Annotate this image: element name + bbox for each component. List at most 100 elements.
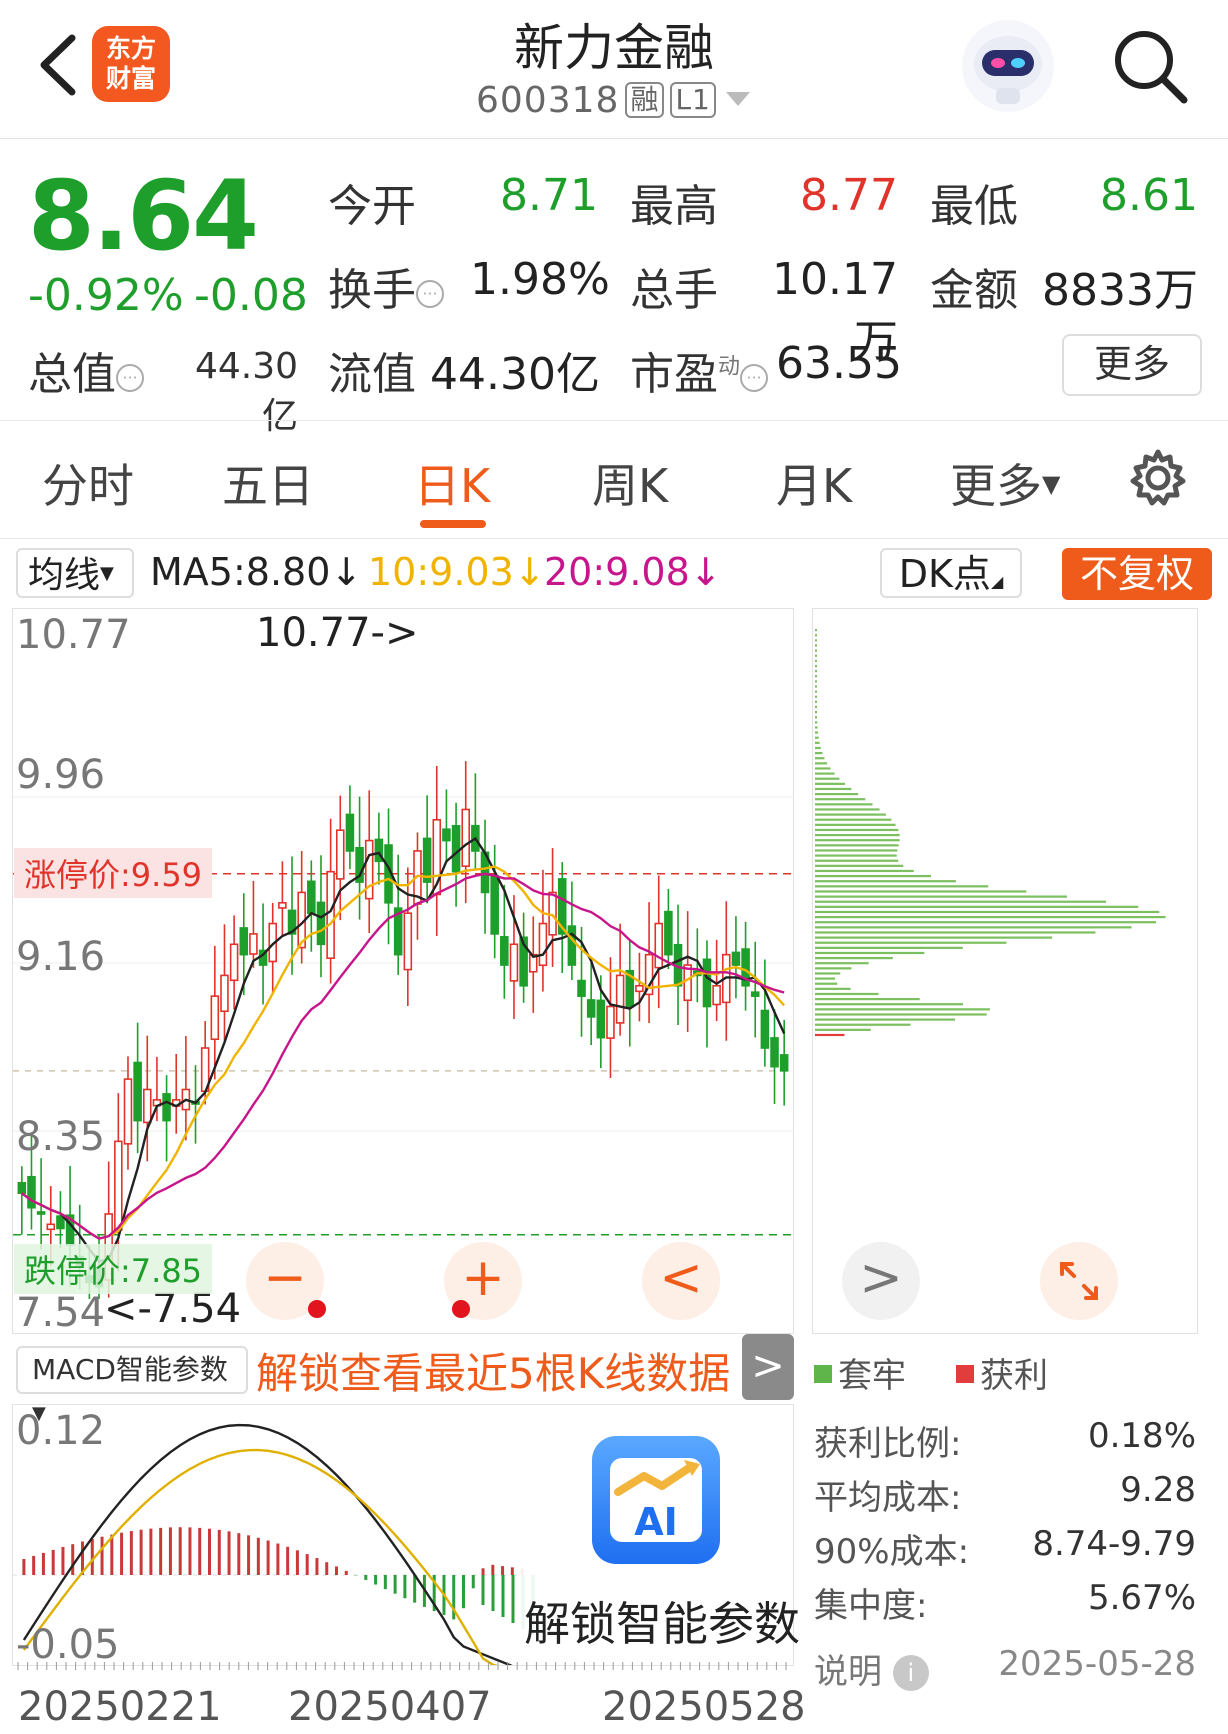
chip-bar (815, 962, 869, 965)
tab-daily-k[interactable]: 日K (414, 450, 490, 516)
y-tick: 8.35 (16, 1114, 106, 1160)
candle-body (133, 1061, 142, 1122)
candle-body (316, 901, 326, 946)
tab-five-day[interactable]: 五日 (222, 450, 314, 516)
macd-select[interactable]: MACD智能参数 ▼ (16, 1346, 248, 1424)
mcap-label-text: 总值 (28, 349, 116, 400)
chip-bar (815, 654, 817, 657)
caret-down-icon: ▼ (1042, 470, 1061, 498)
unlock-smart-params[interactable]: 解锁智能参数 (524, 1588, 800, 1654)
info-icon: ··· (116, 364, 144, 392)
cost90-value: 8.74-9.79 (1032, 1524, 1196, 1564)
y-tick-min: 7.54 (16, 1290, 106, 1336)
chip-bar (815, 705, 817, 709)
tab-timeshare[interactable]: 分时 (42, 450, 134, 516)
info-icon: i (892, 1655, 929, 1691)
change-percent: -0.92% (28, 270, 184, 321)
chip-bar (815, 998, 920, 1001)
chip-bar (815, 757, 825, 760)
ai-badge-text: AI (634, 1500, 678, 1544)
last-price: 8.64 (28, 160, 259, 272)
chip-bar (815, 808, 880, 811)
active-tab-indicator (420, 520, 486, 528)
candle-body (442, 828, 451, 842)
concentration-value: 5.67% (1087, 1578, 1196, 1618)
candle-body (229, 943, 239, 982)
chip-bar (815, 921, 1156, 924)
robot-avatar-icon[interactable] (960, 18, 1056, 114)
open-value: 8.71 (500, 170, 598, 221)
chip-bar (815, 752, 823, 755)
chip-bar (815, 629, 817, 632)
chip-bar (815, 813, 886, 816)
unlock-kline-link[interactable]: 解锁查看最近5根K线数据 (256, 1340, 730, 1401)
kline-panel[interactable] (12, 608, 794, 1334)
legend-trapped-label: 套牢 (838, 1356, 906, 1396)
candle-body (17, 1182, 27, 1195)
chip-bar (815, 700, 817, 703)
chip-bar (815, 675, 817, 678)
tab-weekly-k[interactable]: 周K (592, 450, 668, 516)
kline-chart[interactable] (13, 609, 793, 1333)
divider (0, 420, 1228, 421)
gear-icon[interactable] (1128, 448, 1188, 508)
scroll-left-button[interactable]: < (642, 1242, 720, 1320)
chevron-right-icon[interactable]: > (742, 1334, 794, 1400)
ai-icon[interactable]: AI (592, 1436, 720, 1564)
candle-body (345, 813, 355, 852)
top-bar: 东方 财富 新力金融 600318 融 L1 (0, 0, 1228, 139)
candle-body (403, 912, 413, 971)
chip-bar (815, 992, 879, 996)
chip-bar (815, 880, 956, 883)
chip-bar (815, 777, 840, 780)
candle-body (500, 936, 509, 966)
candle-body (143, 1088, 152, 1124)
more-quote-button[interactable]: 更多 (1062, 334, 1202, 396)
chip-bar (815, 1023, 911, 1026)
chip-bar (815, 941, 1007, 944)
chip-bar (815, 782, 846, 785)
no-adjust-button[interactable]: 不复权 (1062, 548, 1212, 600)
mcap-label[interactable]: 总值 ··· (28, 338, 144, 402)
tab-more[interactable]: 更多▼ (950, 450, 1060, 516)
tab-monthly-k[interactable]: 月K (776, 450, 852, 516)
open-label: 今开 (328, 181, 416, 232)
chip-bar (815, 1033, 845, 1037)
chip-distribution-panel[interactable] (812, 608, 1198, 1334)
dk-label: DK点 (898, 552, 991, 596)
turnover-label[interactable]: 换手 ··· (328, 254, 444, 318)
low-value: 8.61 (1100, 170, 1198, 221)
chip-bar (815, 685, 817, 688)
high-label: 最高 (630, 181, 718, 232)
chip-bar (815, 793, 859, 796)
chip-bar (815, 644, 817, 647)
chip-next-button[interactable]: > (842, 1242, 920, 1320)
stock-code-row[interactable]: 600318 融 L1 (476, 80, 750, 121)
stock-code: 600318 (476, 80, 620, 121)
candle-body (760, 1009, 770, 1049)
limit-up-label: 涨停价:9.59 (14, 848, 213, 898)
pe-label[interactable]: 市盈动 ··· (630, 338, 769, 402)
chip-bar (815, 828, 899, 832)
x-axis-ticks (17, 1662, 787, 1670)
expand-icon[interactable] (1040, 1242, 1118, 1320)
search-icon[interactable] (1108, 24, 1192, 108)
turnover-label-text: 换手 (328, 265, 416, 316)
chip-date: 2025-05-28 (998, 1644, 1196, 1684)
ma-select[interactable]: 均线▼ (16, 548, 134, 598)
chip-bar (815, 926, 1132, 929)
candle-body (586, 999, 596, 1018)
chip-distribution-chart (815, 629, 1166, 1037)
cost90-label: 90%成本: (814, 1532, 970, 1572)
candle-body (220, 974, 229, 1013)
chip-note[interactable]: 说明 i (814, 1644, 929, 1693)
candle-body (567, 925, 577, 966)
candle-body (606, 1005, 615, 1039)
chip-bar (815, 1028, 871, 1031)
dk-point-button[interactable]: DK点◢ (880, 548, 1022, 598)
chip-bar (815, 767, 831, 770)
low-label: 最低 (930, 181, 1018, 232)
ma-select-label: 均线 (28, 555, 101, 596)
candle-body (364, 839, 374, 900)
candle-body (490, 875, 499, 935)
